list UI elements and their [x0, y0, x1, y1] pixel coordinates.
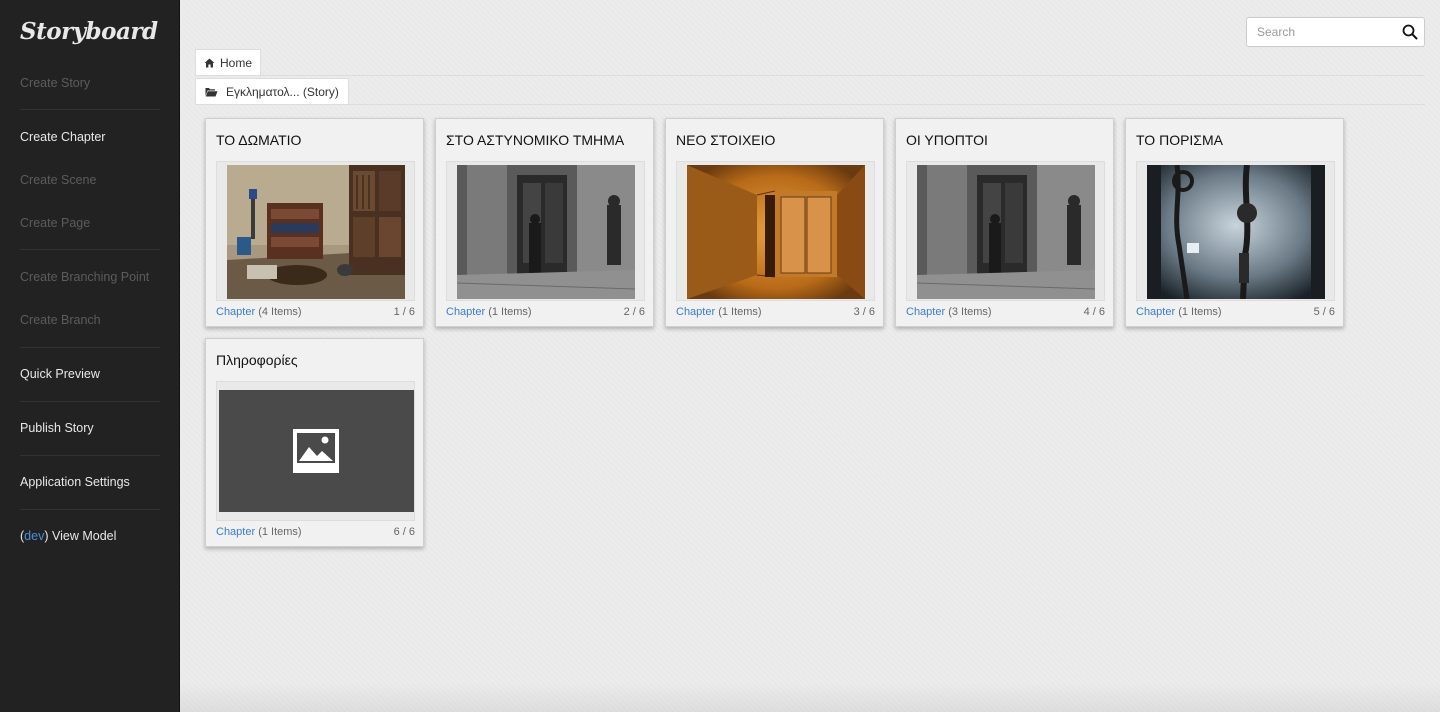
breadcrumb-home[interactable]: Home: [195, 49, 262, 75]
chapter-title: ΤΟ ΠΟΡΙΣΜΑ: [1136, 132, 1223, 148]
sidebar-item-create-scene[interactable]: Create Scene: [20, 173, 96, 187]
sidebar-divider: [20, 109, 160, 110]
chapter-item-count: (1 Items): [1178, 306, 1222, 318]
chapter-position: 6 / 6: [393, 526, 415, 538]
chapter-item-count: (3 Items): [948, 306, 992, 318]
chapter-title: ΤΟ ΔΩΜΑΤΙΟ: [216, 132, 302, 148]
sidebar-divider: [20, 401, 160, 402]
chapter-link[interactable]: Chapter: [216, 306, 255, 318]
sidebar-item-create-branch[interactable]: Create Branch: [20, 313, 101, 327]
sidebar-item-publish-story[interactable]: Publish Story: [20, 421, 94, 435]
chapter-thumbnail[interactable]: [1136, 161, 1335, 301]
folder-open-icon: [205, 87, 218, 96]
sidebar: Storyboard Create Story Create Chapter C…: [0, 0, 180, 712]
chapter-thumbnail[interactable]: [216, 161, 415, 301]
chapter-title: ΣΤΟ ΑΣΤΥΝΟΜΙΚΟ ΤΜΗΜΑ: [446, 132, 625, 148]
chapter-position: 3 / 6: [853, 306, 875, 318]
chapter-footer: Chapter (1 Items) 5 / 6: [1136, 306, 1335, 318]
room-scene-image: [227, 165, 405, 299]
bottom-shade: [180, 682, 1440, 712]
chapter-thumbnail[interactable]: [906, 161, 1105, 301]
chapter-link[interactable]: Chapter: [1136, 306, 1175, 318]
breadcrumb-home-label: Home: [220, 55, 253, 70]
search-icon[interactable]: [1402, 24, 1418, 40]
dev-close-paren: ): [44, 529, 49, 543]
breadcrumb-divider: [195, 75, 1425, 76]
chapter-card[interactable]: ΤΟ ΠΟΡΙΣΜΑ Chapter (1 Items) 5 / 6: [1125, 118, 1344, 327]
chapter-footer: Chapter (1 Items) 3 / 6: [676, 306, 875, 318]
main-content: Home Εγκληματολ... (Story) ΤΟ ΔΩΜΑΤΙΟ: [180, 0, 1440, 712]
home-icon: [204, 58, 215, 67]
chapter-footer: Chapter (1 Items) 6 / 6: [216, 526, 415, 538]
suspects-image: [917, 165, 1095, 299]
chapter-link[interactable]: Chapter: [216, 526, 255, 538]
dev-tag: dev: [24, 529, 45, 543]
chapter-link[interactable]: Chapter: [676, 306, 715, 318]
chapter-card[interactable]: ΝΕΟ ΣΤΟΙΧΕΙΟ Chapter (1 Items) 3 / 6: [665, 118, 884, 327]
breadcrumb-story-label: Εγκληματολ... (Story): [226, 84, 339, 99]
sidebar-item-view-model[interactable]: (dev) View Model: [20, 529, 116, 543]
chapter-card[interactable]: Πληροφορίες Chapter (1 Items) 6 / 6: [205, 338, 424, 547]
chapter-item-count: (4 Items): [258, 306, 302, 318]
chapter-item-count: (1 Items): [488, 306, 532, 318]
chapter-title: Πληροφορίες: [216, 352, 298, 368]
police-station-image: [457, 165, 635, 299]
image-placeholder: [219, 390, 414, 512]
sidebar-item-quick-preview[interactable]: Quick Preview: [20, 367, 100, 381]
sidebar-divider: [20, 249, 160, 250]
sidebar-divider: [20, 347, 160, 348]
sidebar-divider: [20, 455, 160, 456]
chapter-footer: Chapter (4 Items) 1 / 6: [216, 306, 415, 318]
chapter-card[interactable]: ΤΟ ΔΩΜΑΤΙΟ Chapter (4 Items) 1 / 6: [205, 118, 424, 327]
conclusion-image: [1147, 165, 1325, 299]
chapter-card[interactable]: ΣΤΟ ΑΣΤΥΝΟΜΙΚΟ ΤΜΗΜΑ Chapter (1 Items) 2…: [435, 118, 654, 327]
search-input[interactable]: [1247, 18, 1397, 46]
chapter-thumbnail[interactable]: [676, 161, 875, 301]
sidebar-item-create-branching-point[interactable]: Create Branching Point: [20, 270, 149, 284]
sidebar-item-application-settings[interactable]: Application Settings: [20, 475, 130, 489]
sidebar-item-create-story[interactable]: Create Story: [20, 76, 90, 90]
chapter-thumbnail[interactable]: [446, 161, 645, 301]
image-placeholder-icon: [293, 429, 339, 473]
chapter-title: ΝΕΟ ΣΤΟΙΧΕΙΟ: [676, 132, 776, 148]
chapter-link[interactable]: Chapter: [906, 306, 945, 318]
view-model-label: View Model: [51, 529, 117, 543]
sidebar-divider: [20, 509, 160, 510]
chapter-card[interactable]: ΟΙ ΥΠΟΠΤΟΙ Chapter (3 Items) 4 / 6: [895, 118, 1114, 327]
breadcrumb-divider: [195, 104, 1425, 105]
chapter-position: 1 / 6: [393, 306, 415, 318]
search-box: [1246, 17, 1425, 47]
breadcrumb-story[interactable]: Εγκληματολ... (Story): [195, 78, 349, 104]
chapter-position: 2 / 6: [623, 306, 645, 318]
sidebar-item-create-page[interactable]: Create Page: [20, 216, 90, 230]
chapter-link[interactable]: Chapter: [446, 306, 485, 318]
sidebar-item-create-chapter[interactable]: Create Chapter: [20, 130, 105, 144]
chapter-position: 5 / 6: [1313, 306, 1335, 318]
elevator-corridor-image: [687, 165, 865, 299]
brand-logo[interactable]: Storyboard: [20, 18, 158, 45]
chapter-item-count: (1 Items): [718, 306, 762, 318]
chapter-footer: Chapter (1 Items) 2 / 6: [446, 306, 645, 318]
chapter-item-count: (1 Items): [258, 526, 302, 538]
chapter-position: 4 / 6: [1083, 306, 1105, 318]
chapter-footer: Chapter (3 Items) 4 / 6: [906, 306, 1105, 318]
chapter-title: ΟΙ ΥΠΟΠΤΟΙ: [906, 132, 988, 148]
chapter-thumbnail[interactable]: [216, 381, 415, 521]
